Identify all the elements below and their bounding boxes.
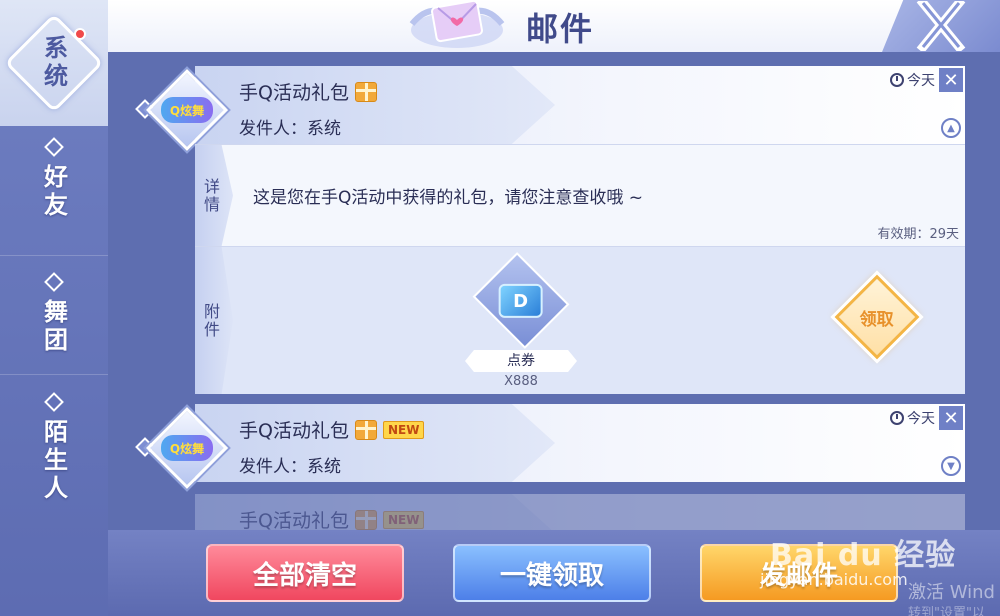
- attachment-name: 点券: [465, 350, 577, 372]
- detail-tag: 详情: [195, 145, 233, 246]
- mail-item[interactable]: Q炫舞 手Q活动礼包 发件人：系统 今天 ✕ ▲ 详情 这是您在手Q活动中获得的…: [135, 66, 965, 394]
- mail-subject-text: 手Q活动礼包: [239, 420, 349, 442]
- diamond-icon: [44, 392, 64, 412]
- avatar-label: Q炫舞: [161, 435, 213, 461]
- close-icon: ✕: [943, 69, 959, 91]
- tab-friends[interactable]: 好友: [0, 137, 108, 256]
- mail-attachment: 附件 D 点券 X888 领取: [195, 246, 965, 394]
- page-title: 邮件: [526, 10, 595, 48]
- mail-body-text: 这是您在手Q活动中获得的礼包，请您注意查收哦 ~: [253, 188, 644, 208]
- collapse-button[interactable]: ▲: [941, 118, 961, 138]
- mail-subject-text: 手Q活动礼包: [239, 510, 349, 530]
- claim-button[interactable]: 领取: [834, 274, 920, 360]
- sender-avatar: Q炫舞: [145, 406, 229, 490]
- tab-strangers[interactable]: 陌生人: [0, 392, 108, 515]
- mail-subject: 手Q活动礼包: [239, 78, 377, 105]
- mail-sender: 发件人：系统: [239, 457, 341, 477]
- attachment-item[interactable]: D 点券 X888: [463, 252, 579, 389]
- mail-header: 邮件: [108, 0, 1000, 52]
- mail-subject-text: 手Q活动礼包: [239, 82, 349, 104]
- tab-strangers-label: 陌生人: [39, 419, 68, 503]
- tab-system-label: 系统: [39, 35, 68, 91]
- mail-list[interactable]: Q炫舞 手Q活动礼包 发件人：系统 今天 ✕ ▲ 详情 这是您在手Q活动中获得的…: [108, 52, 1000, 530]
- close-button[interactable]: [882, 0, 1000, 52]
- notification-dot: [74, 28, 86, 40]
- envelope-icon: [409, 0, 505, 48]
- chevron-up-icon: ▲: [947, 122, 955, 134]
- gift-icon: [354, 509, 377, 530]
- expand-button[interactable]: ▼: [941, 456, 961, 476]
- action-bar: 全部清空 一键领取 发邮件: [108, 530, 1000, 616]
- tab-system[interactable]: 系统: [0, 0, 108, 126]
- tab-dance-group[interactable]: 舞团: [0, 272, 108, 375]
- mail-item[interactable]: 手Q活动礼包 NEW: [195, 494, 965, 530]
- attachment-tag: 附件: [195, 247, 233, 394]
- close-icon: [916, 1, 966, 51]
- diamond-icon: [44, 137, 64, 157]
- new-badge: NEW: [382, 420, 425, 439]
- mail-time: 今天: [890, 408, 935, 428]
- tab-dance-group-label: 舞团: [39, 299, 68, 355]
- gift-icon: [354, 419, 377, 440]
- mail-time-text: 今天: [907, 73, 935, 89]
- mail-item[interactable]: Q炫舞 手Q活动礼包 NEW 发件人：系统 今天 ✕ ▼: [135, 404, 965, 490]
- sender-avatar: Q炫舞: [145, 68, 229, 152]
- clock-icon: [890, 73, 904, 87]
- attachment-quantity: X888: [504, 374, 538, 389]
- mail-header-row[interactable]: Q炫舞 手Q活动礼包 NEW 发件人：系统 今天 ✕ ▼: [135, 404, 965, 490]
- tab-friends-label: 好友: [39, 164, 68, 220]
- gift-icon: [354, 81, 377, 102]
- mail-detail: 详情 这是您在手Q活动中获得的礼包，请您注意查收哦 ~ 有效期：29天: [195, 144, 965, 246]
- mail-subject: 手Q活动礼包 NEW: [239, 506, 425, 530]
- mail-sender: 发件人：系统: [239, 119, 341, 139]
- mail-time: 今天: [890, 70, 935, 90]
- os-activation-text: 激活 Wind: [908, 582, 995, 603]
- chevron-down-icon: ▼: [947, 460, 955, 472]
- clear-all-button[interactable]: 全部清空: [206, 544, 404, 602]
- delete-mail-button[interactable]: ✕: [939, 68, 963, 92]
- clock-icon: [890, 411, 904, 425]
- coupon-icon: D: [499, 283, 543, 318]
- collect-all-button[interactable]: 一键领取: [453, 544, 651, 602]
- mail-header-row[interactable]: Q炫舞 手Q活动礼包 发件人：系统 今天 ✕ ▲: [135, 66, 965, 152]
- os-activation-subtext: 转到"设置"以: [908, 606, 985, 616]
- send-mail-button[interactable]: 发邮件: [700, 544, 898, 602]
- mail-header-row[interactable]: 手Q活动礼包 NEW: [195, 494, 965, 530]
- close-icon: ✕: [943, 407, 959, 429]
- category-sidebar: 系统 好友 舞团 陌生人: [0, 0, 108, 616]
- avatar-label: Q炫舞: [161, 97, 213, 123]
- validity-text: 有效期：29天: [877, 227, 959, 242]
- claim-button-label: 领取: [860, 309, 894, 330]
- mail-time-text: 今天: [907, 411, 935, 427]
- diamond-icon: [44, 272, 64, 292]
- delete-mail-button[interactable]: ✕: [939, 406, 963, 430]
- new-badge: NEW: [382, 510, 425, 529]
- mail-subject: 手Q活动礼包 NEW: [239, 416, 425, 443]
